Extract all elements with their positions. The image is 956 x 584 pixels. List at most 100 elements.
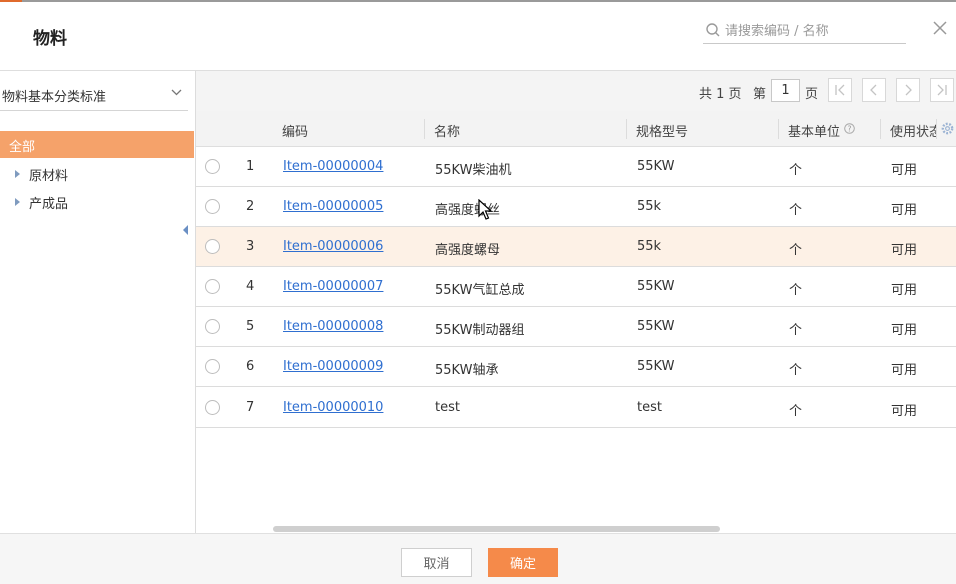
tree-node-label: 原材料 — [29, 169, 69, 184]
first-page-button[interactable] — [828, 78, 852, 102]
item-unit: 个 — [789, 243, 803, 258]
dialog-title: 物料 — [33, 29, 67, 49]
last-page-icon — [937, 84, 947, 96]
row-radio[interactable] — [205, 319, 220, 334]
item-spec: 55k — [637, 239, 662, 254]
table-row[interactable]: 7 Item-00000010 test test 个 可用 — [196, 388, 956, 428]
item-status: 可用 — [891, 283, 918, 298]
table-row[interactable]: 4 Item-00000007 55KW气缸总成 55KW 个 可用 — [196, 267, 956, 307]
help-icon[interactable]: ? — [844, 123, 855, 134]
tree-node-all-label: 全部 — [9, 140, 36, 155]
last-page-button[interactable] — [930, 78, 954, 102]
item-name: 55KW柴油机 — [435, 163, 512, 178]
dialog-footer: 取消 确定 — [0, 533, 956, 584]
row-index: 6 — [246, 359, 255, 374]
item-unit: 个 — [789, 404, 803, 419]
item-status: 可用 — [891, 163, 918, 178]
column-header-name[interactable]: 名称 — [434, 121, 460, 140]
cancel-button[interactable]: 取消 — [401, 548, 472, 577]
item-name: test — [435, 400, 460, 415]
chevron-left-icon — [870, 84, 877, 96]
close-icon[interactable] — [931, 19, 949, 37]
column-divider[interactable] — [424, 119, 425, 139]
mouse-cursor-icon — [478, 199, 493, 220]
column-header-status[interactable]: 使用状态 — [890, 121, 936, 140]
expand-triangle-icon[interactable] — [15, 198, 20, 206]
row-radio[interactable] — [205, 400, 220, 415]
pagination-bar: 共 1 页 第 页 — [196, 71, 956, 111]
row-index: 7 — [246, 400, 255, 415]
expand-triangle-icon[interactable] — [15, 170, 20, 178]
row-radio[interactable] — [205, 239, 220, 254]
tree-node-finished-products[interactable]: 产成品 — [0, 191, 194, 213]
item-unit: 个 — [789, 283, 803, 298]
total-pages-text: 共 1 页 — [699, 87, 742, 102]
classification-select-value: 物料基本分类标准 — [2, 90, 107, 105]
tree-node-label: 产成品 — [29, 197, 69, 212]
window-top-border — [0, 0, 956, 2]
tree-node-all[interactable]: 全部 — [0, 131, 194, 158]
item-code-link[interactable]: Item-00000007 — [283, 279, 383, 294]
search-box[interactable] — [703, 18, 906, 44]
column-divider[interactable] — [778, 119, 779, 139]
classification-select[interactable]: 物料基本分类标准 — [0, 77, 188, 111]
item-name: 55KW制动器组 — [435, 323, 525, 338]
row-index: 5 — [246, 319, 255, 334]
item-code-link[interactable]: Item-00000006 — [283, 239, 383, 254]
item-spec: 55KW — [637, 279, 675, 294]
item-status: 可用 — [891, 243, 918, 258]
table-row[interactable]: 3 Item-00000006 高强度螺母 55k 个 可用 — [196, 227, 956, 267]
search-input[interactable] — [725, 21, 903, 41]
category-panel: 物料基本分类标准 全部 原材料 产成品 — [0, 71, 195, 533]
row-radio[interactable] — [205, 199, 220, 214]
item-status: 可用 — [891, 363, 918, 378]
column-divider[interactable] — [626, 119, 627, 139]
first-page-icon — [835, 84, 845, 96]
item-code-link[interactable]: Item-00000004 — [283, 159, 383, 174]
table-row[interactable]: 2 Item-00000005 高强度螺丝 55k 个 可用 — [196, 187, 956, 227]
item-name: 55KW气缸总成 — [435, 283, 525, 298]
item-unit: 个 — [789, 163, 803, 178]
item-code-link[interactable]: Item-00000005 — [283, 199, 383, 214]
status-header-clip: 使用状态 — [890, 111, 936, 146]
column-header-spec[interactable]: 规格型号 — [636, 121, 688, 140]
chevron-right-icon — [905, 84, 912, 96]
confirm-button[interactable]: 确定 — [488, 548, 558, 577]
search-icon — [706, 23, 720, 37]
table-row[interactable]: 1 Item-00000004 55KW柴油机 55KW 个 可用 — [196, 147, 956, 187]
item-code-link[interactable]: Item-00000008 — [283, 319, 383, 334]
horizontal-scrollbar[interactable] — [273, 526, 720, 532]
item-status: 可用 — [891, 404, 918, 419]
item-status: 可用 — [891, 323, 918, 338]
page-prefix-text: 第 — [753, 87, 767, 102]
item-spec: 55KW — [637, 159, 675, 174]
row-index: 4 — [246, 279, 255, 294]
prev-page-button[interactable] — [862, 78, 886, 102]
item-code-link[interactable]: Item-00000009 — [283, 359, 383, 374]
column-header-code[interactable]: 编码 — [282, 121, 308, 140]
svg-text:?: ? — [848, 124, 852, 133]
row-radio[interactable] — [205, 279, 220, 294]
column-header-unit[interactable]: 基本单位 — [788, 121, 840, 140]
row-radio[interactable] — [205, 359, 220, 374]
item-name: 55KW轴承 — [435, 363, 499, 378]
page-suffix-text: 页 — [805, 87, 819, 102]
item-code-link[interactable]: Item-00000010 — [283, 400, 383, 415]
page-number-input[interactable] — [771, 79, 800, 102]
row-index: 2 — [246, 199, 255, 214]
item-name: 高强度螺母 — [435, 243, 501, 258]
item-spec: 55k — [637, 199, 662, 214]
item-unit: 个 — [789, 203, 803, 218]
item-unit: 个 — [789, 323, 803, 338]
row-radio[interactable] — [205, 159, 220, 174]
gear-icon[interactable] — [940, 121, 955, 136]
chevron-down-icon — [171, 89, 182, 96]
table-row[interactable]: 6 Item-00000009 55KW轴承 55KW 个 可用 — [196, 347, 956, 387]
table-row[interactable]: 5 Item-00000008 55KW制动器组 55KW 个 可用 — [196, 307, 956, 347]
tree-node-raw-materials[interactable]: 原材料 — [0, 163, 194, 185]
next-page-button[interactable] — [896, 78, 920, 102]
item-spec: 55KW — [637, 319, 675, 334]
item-unit: 个 — [789, 363, 803, 378]
column-divider[interactable] — [880, 119, 881, 139]
column-divider[interactable] — [936, 119, 937, 139]
